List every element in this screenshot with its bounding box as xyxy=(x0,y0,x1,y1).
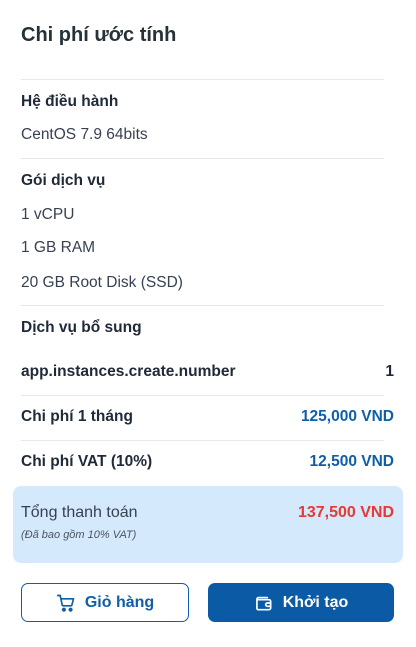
package-item-cpu: 1 vCPU xyxy=(21,206,75,223)
divider xyxy=(21,79,384,80)
card-title: Chi phí ước tính xyxy=(21,24,177,46)
total-panel: Tổng thanh toán (Đã bao gồm 10% VAT) 137… xyxy=(13,486,403,563)
monthly-cost-label: Chi phí 1 tháng xyxy=(21,408,133,425)
instances-value: 1 xyxy=(385,363,394,380)
total-amount: 137,500 VND xyxy=(297,504,394,521)
divider xyxy=(21,440,384,441)
package-item-disk: 20 GB Root Disk (SSD) xyxy=(21,274,183,291)
addons-heading: Dịch vụ bổ sung xyxy=(21,319,142,336)
divider xyxy=(21,158,384,159)
create-button[interactable]: Khởi tạo xyxy=(208,583,394,622)
wallet-icon xyxy=(254,593,274,613)
cart-icon xyxy=(56,593,76,613)
monthly-cost-value: 125,000 VND xyxy=(300,408,394,425)
monthly-cost-row: Chi phí 1 tháng 125,000 VND xyxy=(21,408,394,426)
total-vat-note: (Đã bao gồm 10% VAT) xyxy=(21,529,137,541)
vat-cost-row: Chi phí VAT (10%) 12,500 VND xyxy=(21,453,394,471)
vat-cost-label: Chi phí VAT (10%) xyxy=(21,453,153,470)
vat-cost-value: 12,500 VND xyxy=(309,453,394,470)
package-item-ram: 1 GB RAM xyxy=(21,239,96,256)
instances-label: app.instances.create.number xyxy=(21,363,236,380)
cart-button[interactable]: Giỏ hàng xyxy=(21,583,189,622)
package-heading: Gói dịch vụ xyxy=(21,172,106,189)
divider xyxy=(21,305,384,306)
os-heading: Hệ điều hành xyxy=(21,93,119,110)
create-button-label: Khởi tạo xyxy=(282,593,349,611)
os-value: CentOS 7.9 64bits xyxy=(21,126,148,143)
instances-row: app.instances.create.number 1 xyxy=(21,363,394,381)
cart-button-label: Giỏ hàng xyxy=(84,593,155,611)
total-label: Tổng thanh toán xyxy=(21,504,138,521)
divider xyxy=(21,395,384,396)
cost-estimate-card: Chi phí ước tính Hệ điều hành CentOS 7.9… xyxy=(0,0,416,647)
